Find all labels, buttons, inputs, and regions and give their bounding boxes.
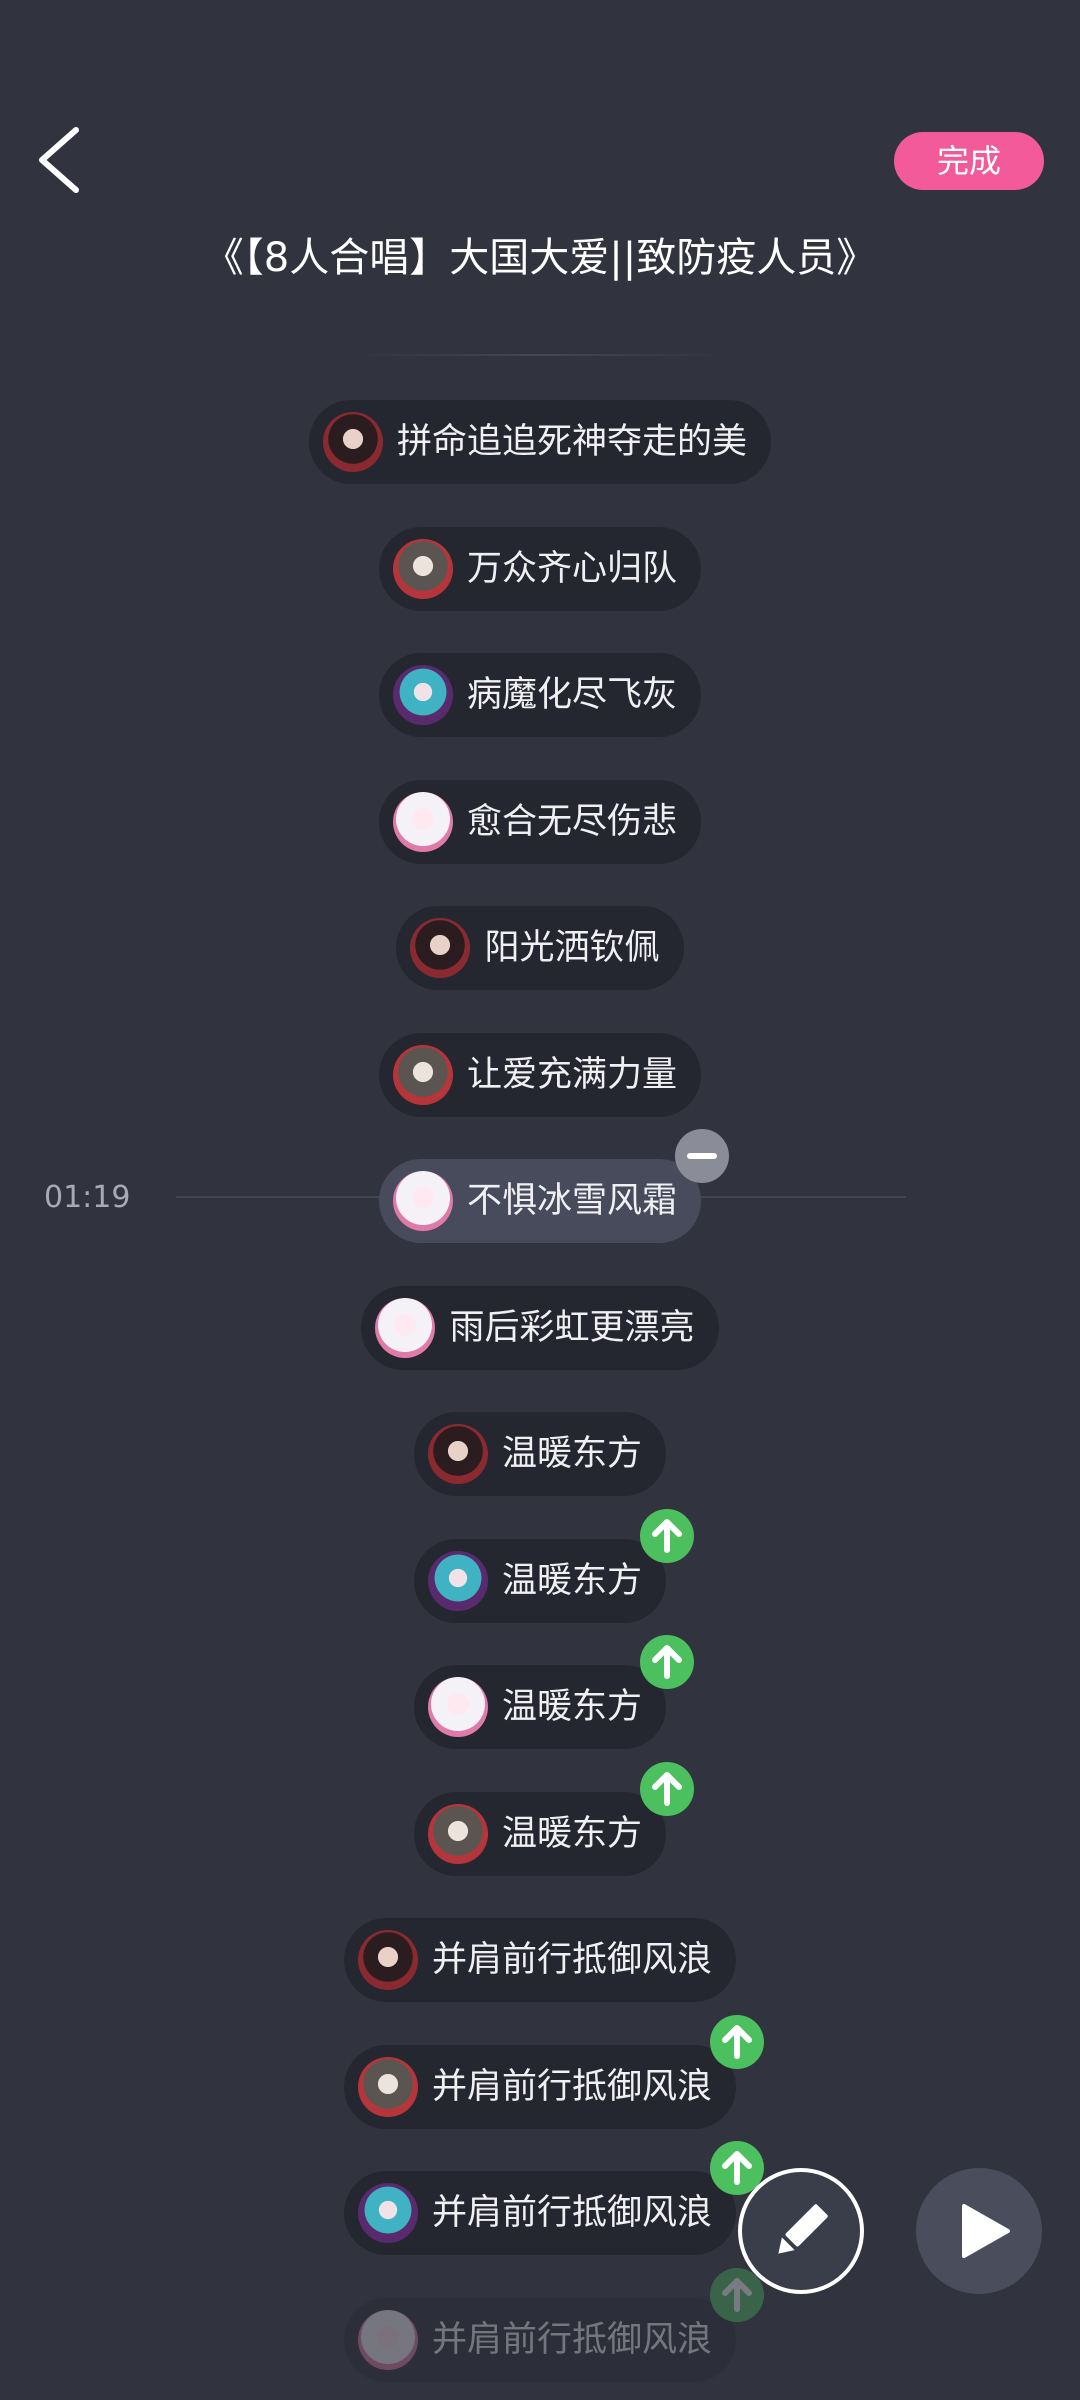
lyric-pill[interactable]: 雨后彩虹更漂亮 <box>361 1285 719 1370</box>
singer-avatar <box>427 1424 488 1484</box>
lyric-pill[interactable]: 愈合无尽伤悲 <box>378 779 701 864</box>
lyric-pill[interactable]: 并肩前行抵御风浪 <box>343 2141 764 2255</box>
lyric-text: 雨后彩虹更漂亮 <box>449 1307 695 1348</box>
lyric-pill[interactable]: 让爱充满力量 <box>378 1032 701 1117</box>
lyric-row: 万众齐心归队 <box>0 526 1080 611</box>
singer-avatar <box>357 2056 418 2117</box>
singer-avatar <box>427 1677 488 1737</box>
lyric-row: 病魔化尽飞灰 <box>0 653 1080 737</box>
song-title: 《【8人合唱】大国大爱||致防疫人员》 <box>203 235 877 281</box>
lyric-text: 温暖东方 <box>501 1434 642 1474</box>
lyric-row: 温暖东方 <box>0 1635 1080 1749</box>
lyric-pill[interactable]: 温暖东方 <box>413 1761 694 1876</box>
lyric-pill[interactable]: 并肩前行抵御风浪 <box>343 1918 736 2002</box>
done-button[interactable]: 完成 <box>894 132 1044 190</box>
singer-avatar <box>392 791 453 852</box>
lyric-text: 让爱充满力量 <box>466 1054 677 1095</box>
lyric-row: 阳光洒钦佩 <box>0 906 1080 990</box>
lyric-text: 温暖东方 <box>501 1560 642 1601</box>
lyric-text: 不惧冰雪风霜 <box>466 1181 677 1221</box>
lyric-text: 阳光洒钦佩 <box>484 928 660 968</box>
lyric-row: 温暖东方 <box>0 1761 1080 1876</box>
lyric-pill[interactable]: 阳光洒钦佩 <box>396 906 684 990</box>
edit-button[interactable] <box>738 2168 864 2294</box>
arrow-up-icon[interactable] <box>710 2014 764 2069</box>
lyric-text: 万众齐心归队 <box>466 548 677 589</box>
lyric-text: 愈合无尽伤悲 <box>466 801 677 842</box>
chevron-left-icon <box>39 127 79 193</box>
lyric-text: 拼命追追死神夺走的美 <box>396 422 747 462</box>
singer-avatar <box>427 1803 488 1864</box>
arrow-up-icon[interactable] <box>640 1508 694 1563</box>
lyric-text: 温暖东方 <box>501 1687 642 1727</box>
singer-avatar <box>392 1171 453 1231</box>
singer-avatar <box>357 2183 418 2243</box>
lyric-text: 并肩前行抵御风浪 <box>431 1940 712 1980</box>
minus-icon[interactable] <box>675 1129 729 1183</box>
lyric-row: 温暖东方 <box>0 1412 1080 1496</box>
lyric-row: 拼命追追死神夺走的美 <box>0 400 1080 484</box>
play-button[interactable] <box>916 2168 1042 2294</box>
singer-avatar <box>427 1550 488 1611</box>
arrow-up-icon[interactable] <box>640 1761 694 1816</box>
lyric-row: 并肩前行抵御风浪 <box>0 2014 1080 2129</box>
singer-avatar <box>392 538 453 599</box>
play-icon <box>962 2204 1010 2258</box>
lyric-pill[interactable]: 并肩前行抵御风浪 <box>343 2014 764 2129</box>
lyric-row: 并肩前行抵御风浪 <box>0 1918 1080 2002</box>
lyric-text: 并肩前行抵御风浪 <box>431 2066 712 2107</box>
lyric-text: 并肩前行抵御风浪 <box>431 2319 712 2360</box>
lyric-pill[interactable]: 温暖东方 <box>413 1635 694 1749</box>
lyric-row: 雨后彩虹更漂亮 <box>0 1285 1080 1370</box>
lyric-pill[interactable]: 并肩前行抵御风浪 <box>343 2267 764 2382</box>
lyric-text: 温暖东方 <box>501 1813 642 1854</box>
singer-avatar <box>357 1930 418 1990</box>
singer-avatar <box>357 2309 418 2370</box>
lyric-row: 温暖东方 <box>0 1508 1080 1623</box>
arrow-up-icon[interactable] <box>640 1635 694 1689</box>
singer-avatar <box>392 665 453 725</box>
lyric-pill[interactable]: 病魔化尽飞灰 <box>378 653 701 737</box>
singer-avatar <box>392 1044 453 1105</box>
lyric-pill[interactable]: 不惧冰雪风霜 <box>378 1129 729 1243</box>
lyric-row: 并肩前行抵御风浪 <box>0 2267 1080 2382</box>
singer-avatar <box>375 1297 436 1358</box>
lyric-row: 让爱充满力量 <box>0 1032 1080 1117</box>
lyric-pill[interactable]: 温暖东方 <box>413 1508 694 1623</box>
singer-avatar <box>322 412 383 472</box>
lyric-row: 不惧冰雪风霜 <box>0 1129 1080 1243</box>
lyric-list[interactable]: 拼命追追死神夺走的美 万众齐心归队 病魔化尽飞灰 愈合无尽伤悲 阳光洒钦佩让爱充满力量不… <box>0 400 1080 2400</box>
lyric-row: 愈合无尽伤悲 <box>0 779 1080 864</box>
lyric-text: 病魔化尽飞灰 <box>466 675 677 715</box>
lyric-text: 并肩前行抵御风浪 <box>431 2193 712 2233</box>
lyric-pill[interactable]: 拼命追追死神夺走的美 <box>308 400 771 484</box>
lyric-pill[interactable]: 温暖东方 <box>413 1412 666 1496</box>
pencil-icon <box>778 2204 828 2254</box>
singer-avatar <box>410 918 471 978</box>
top-divider <box>354 354 726 356</box>
lyric-pill[interactable]: 万众齐心归队 <box>378 526 701 611</box>
back-button[interactable] <box>30 120 90 200</box>
